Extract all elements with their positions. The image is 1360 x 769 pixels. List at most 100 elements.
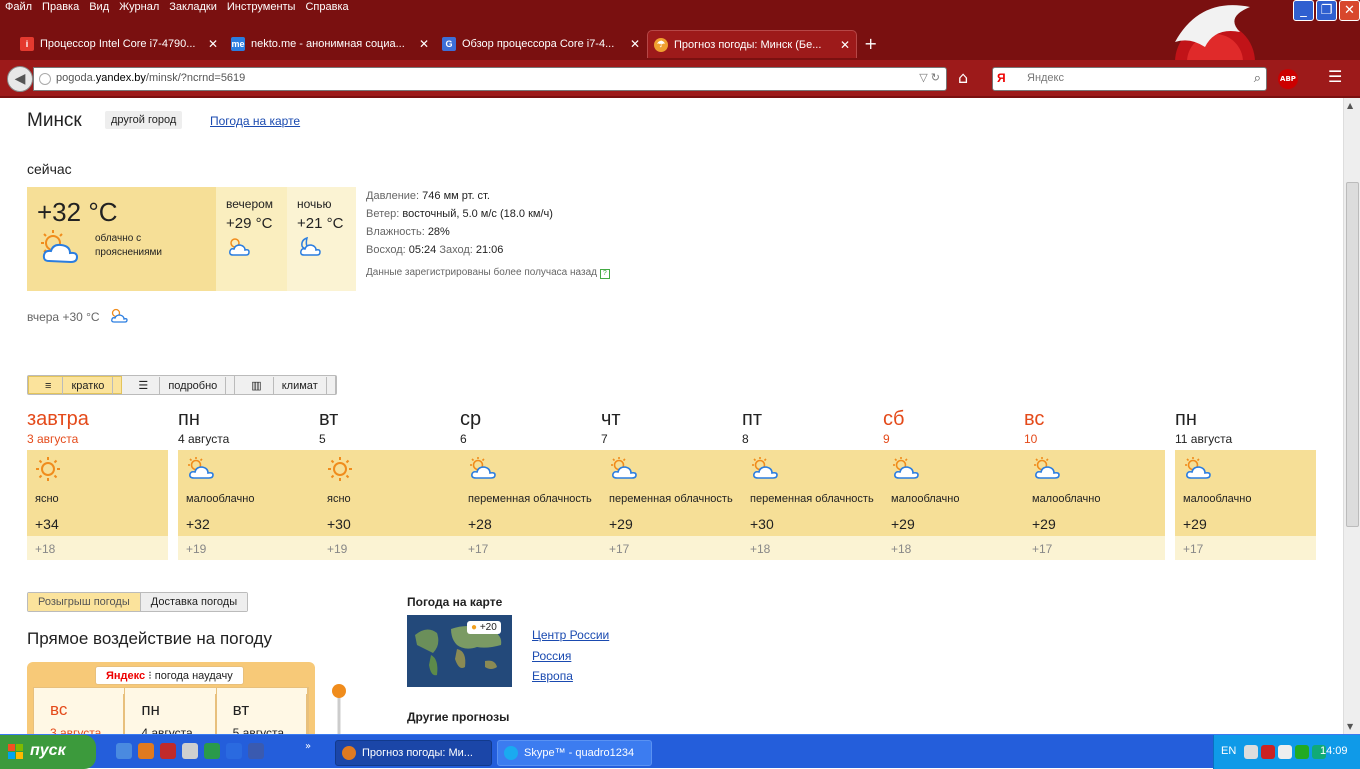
lottery-widget[interactable]: Яндекс ⁝ погода наудачу вс 3 августа пн 4 … — [27, 662, 315, 734]
scroll-down-icon[interactable]: ▼ — [1347, 722, 1353, 731]
world-map-thumbnail[interactable]: ● +20 — [407, 615, 512, 687]
humidity-value: 28% — [427, 226, 450, 238]
minimize-icon[interactable]: _ — [1293, 0, 1314, 21]
map-link-central-russia[interactable]: Центр России — [532, 628, 609, 642]
antivirus-icon[interactable] — [1261, 745, 1275, 759]
start-button[interactable]: пуск — [0, 735, 96, 769]
sun-icon: ● — [471, 622, 478, 633]
navigation-bar: ◀ pogoda.yandex.by/minsk/?ncrnd=5619 ▽ ↻… — [0, 60, 1360, 96]
word-icon[interactable] — [248, 743, 264, 759]
task-firefox[interactable]: Прогноз погоды: Ми... — [335, 740, 492, 766]
tab-close-icon[interactable]: ✕ — [208, 37, 218, 51]
other-city-button[interactable]: другой город — [105, 111, 183, 129]
map-link-russia[interactable]: Россия — [532, 649, 571, 663]
menu-file[interactable]: Файл — [0, 0, 37, 18]
tab-close-icon[interactable]: ✕ — [840, 38, 850, 52]
lottery-day-name: вт — [225, 694, 307, 720]
vertical-scrollbar[interactable]: ▲ ▼ — [1343, 98, 1360, 734]
lottery-day[interactable]: пн 4 августа — [125, 688, 217, 734]
day-box: малооблачно +29 — [883, 450, 1024, 536]
sun-icon — [35, 457, 61, 486]
lottery-lever-icon[interactable] — [330, 683, 348, 734]
menu-tools[interactable]: Инструменты — [222, 0, 301, 18]
tab-close-icon[interactable]: ✕ — [419, 37, 429, 51]
map-link-europe[interactable]: Европа — [532, 669, 573, 683]
sunset-label: Заход: — [436, 244, 476, 256]
sun-cloud-icon — [609, 457, 639, 484]
new-tab-icon[interactable]: + — [864, 30, 877, 58]
weather-details: Давление: 746 мм рт. ст. Ветер: восточны… — [366, 187, 610, 282]
day-condition: переменная облачность — [750, 493, 874, 505]
tab-nekto[interactable]: me nekto.me - анонимная социа... ✕ — [225, 30, 435, 58]
firefox-icon[interactable] — [138, 743, 154, 759]
day-condition: переменная облачность — [609, 493, 733, 505]
lottery-day[interactable]: вт 5 августа — [217, 688, 308, 734]
adblock-icon[interactable]: ABP — [1278, 69, 1298, 89]
close-icon[interactable]: ✕ — [1339, 0, 1360, 21]
lottery-label-text: погода наудачу — [154, 670, 233, 682]
forecast-day[interactable]: пт 8 переменная облачность +30 +18 — [742, 408, 883, 560]
map-link[interactable]: Погода на карте — [210, 114, 300, 128]
day-box: ясно +30 — [319, 450, 460, 536]
home-icon[interactable]: ⌂ — [958, 68, 968, 87]
other-forecasts-title: Другие прогнозы — [407, 710, 510, 724]
menu-bookmarks[interactable]: Закладки — [164, 0, 222, 18]
tab-review[interactable]: G Обзор процессора Core i7-4... ✕ — [436, 30, 646, 58]
tab-weather[interactable]: ☂ Прогноз погоды: Минск (Бе... ✕ — [647, 30, 857, 58]
day-min-temp: +18 — [883, 536, 1024, 560]
tab-title: nekto.me - анонимная социа... — [251, 38, 405, 50]
forecast-day[interactable]: ср 6 переменная облачность +28 +17 — [460, 408, 601, 560]
tab-delivery[interactable]: Доставка погоды — [140, 593, 248, 611]
magnifier-icon[interactable]: ⌕ — [1254, 70, 1261, 86]
reload-icon[interactable]: ▽ ↻ — [919, 71, 940, 84]
tab-detailed[interactable]: ☰ подробно — [122, 376, 236, 395]
menu-view[interactable]: Вид — [84, 0, 114, 18]
taskbar: пуск » Прогноз погоды: Ми... Skype™ - qu… — [0, 734, 1360, 769]
sun-cloud-icon — [891, 457, 921, 484]
excel-icon[interactable] — [204, 743, 220, 759]
scroll-up-icon[interactable]: ▲ — [1347, 101, 1353, 110]
tab-intel[interactable]: i Процессор Intel Core i7-4790... ✕ — [14, 30, 224, 58]
forecast-day[interactable]: вс 10 малооблачно +29 +17 — [1024, 408, 1165, 560]
search-input[interactable]: Я Яндекс ⌕ — [992, 67, 1267, 91]
explorer-icon[interactable] — [116, 743, 132, 759]
scroll-thumb[interactable] — [1346, 182, 1359, 527]
menu-help[interactable]: Справка — [300, 0, 353, 18]
volume-icon[interactable] — [1278, 745, 1292, 759]
save-icon[interactable] — [160, 743, 176, 759]
tab-lottery[interactable]: Розыгрыш погоды — [28, 593, 141, 611]
tab-brief[interactable]: ≡ кратко — [28, 376, 123, 395]
hamburger-menu-icon[interactable]: ☰ — [1328, 67, 1342, 86]
sun-cloud-icon — [1032, 457, 1062, 484]
sunrise-value: 05:24 — [408, 244, 437, 256]
ie-icon[interactable] — [226, 743, 242, 759]
day-name: ср — [460, 408, 482, 430]
task-skype[interactable]: Skype™ - quadro1234 — [497, 740, 652, 766]
maximize-icon[interactable]: ❐ — [1316, 0, 1337, 21]
back-arrow-icon[interactable]: ◀ — [7, 66, 33, 92]
tools-icon[interactable] — [182, 743, 198, 759]
day-date: 7 — [601, 432, 608, 446]
forecast-day[interactable]: сб 9 малооблачно +29 +18 — [883, 408, 1024, 560]
lottery-day[interactable]: вс 3 августа — [34, 688, 126, 734]
network-icon[interactable] — [1244, 745, 1258, 759]
day-date: 10 — [1024, 432, 1038, 446]
day-date: 5 — [319, 432, 326, 446]
skype-tray-icon[interactable] — [1295, 745, 1309, 759]
forecast-day[interactable]: завтра 3 августа ясно +34 +18 — [27, 408, 168, 560]
forecast-day[interactable]: пн 11 августа малооблачно +29 +17 — [1175, 408, 1316, 560]
quick-launch-more-icon[interactable]: » — [305, 741, 311, 752]
day-max-temp: +29 — [1032, 516, 1056, 532]
tab-close-icon[interactable]: ✕ — [630, 37, 640, 51]
forecast-day[interactable]: пн 4 августа малооблачно +32 +19 — [178, 408, 319, 560]
tab-climate[interactable]: ▥ климат — [235, 376, 336, 395]
menu-history[interactable]: Журнал — [114, 0, 164, 18]
day-date: 11 августа — [1175, 432, 1233, 446]
forecast-day[interactable]: чт 7 переменная облачность +29 +17 — [601, 408, 742, 560]
url-bar[interactable]: pogoda.yandex.by/minsk/?ncrnd=5619 ▽ ↻ — [33, 67, 947, 91]
forecast-day[interactable]: вт 5 ясно +30 +19 — [319, 408, 460, 560]
help-icon[interactable]: ? — [599, 269, 610, 279]
language-indicator[interactable]: EN — [1221, 745, 1236, 757]
yandex-search-icon[interactable]: Я — [997, 71, 1006, 85]
menu-edit[interactable]: Правка — [37, 0, 84, 18]
